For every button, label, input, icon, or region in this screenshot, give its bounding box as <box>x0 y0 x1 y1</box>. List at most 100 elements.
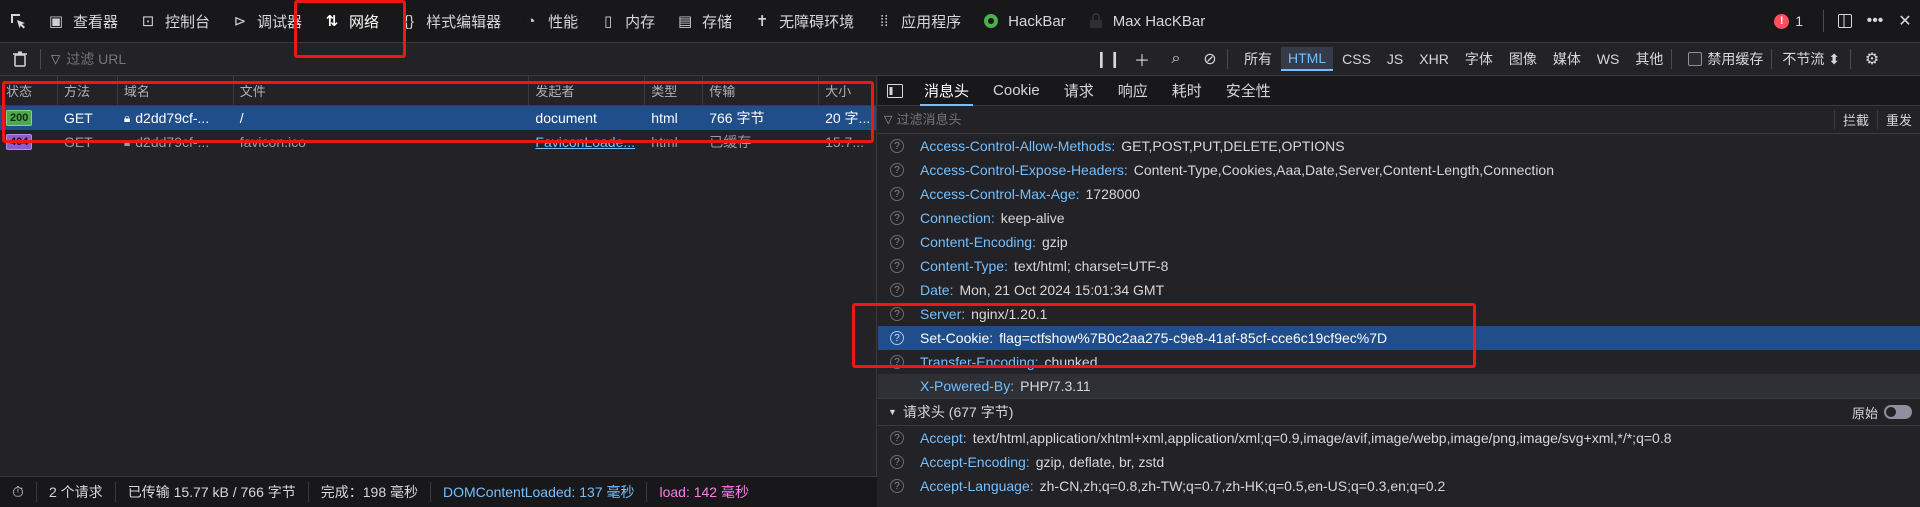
header-line[interactable]: ? Content-Type: text/html; charset=UTF-8 <box>878 254 1920 278</box>
header-line[interactable]: ? Accept: text/html,application/xhtml+xml,… <box>878 426 1920 450</box>
type-all[interactable]: 所有 <box>1237 46 1279 72</box>
tab-response[interactable]: 响应 <box>1106 76 1160 106</box>
help-icon[interactable]: ? <box>890 187 904 201</box>
header-line[interactable]: ? Access-Control-Allow-Methods: GET,POST,P… <box>878 134 1920 158</box>
type-ws[interactable]: WS <box>1590 48 1627 70</box>
stopwatch-icon[interactable]: ⏱ <box>0 484 36 501</box>
help-icon[interactable]: ? <box>890 431 904 445</box>
network-icon: ⇅ <box>325 13 339 30</box>
block-button[interactable]: 拦截 <box>1833 110 1877 129</box>
type-other[interactable]: 其他 <box>1628 46 1670 72</box>
header-line[interactable]: ? Access-Control-Expose-Headers: Content-T… <box>878 158 1920 182</box>
headers-filter: ▽ 拦截 重发 <box>878 106 1920 134</box>
resend-button[interactable]: 重发 <box>1876 110 1920 129</box>
table-row[interactable]: 404 GET 🔒︎ d2dd79cf-... favicon.ico Favic… <box>0 130 876 154</box>
tab-cookies[interactable]: Cookie <box>981 76 1052 106</box>
type-css[interactable]: CSS <box>1335 48 1378 70</box>
column-file[interactable]: 文件 <box>234 75 530 106</box>
table-row[interactable]: 200 GET 🔒︎ d2dd79cf-... / document html 7… <box>0 106 876 130</box>
column-initiator[interactable]: 发起者 <box>529 75 646 106</box>
type-js[interactable]: JS <box>1380 48 1410 70</box>
disable-cache-checkbox[interactable]: 禁用缓存 <box>1680 49 1771 69</box>
help-icon[interactable]: ? <box>890 211 904 225</box>
type-html[interactable]: HTML <box>1281 47 1334 71</box>
column-size[interactable]: 大小 <box>819 76 876 106</box>
block-icon[interactable]: ⊘ <box>1193 49 1227 69</box>
help-icon[interactable]: ? <box>890 307 904 321</box>
header-line[interactable]: ? Transfer-Encoding: chunked <box>878 350 1920 374</box>
details-tabs: 消息头 Cookie 请求 响应 耗时 安全性 <box>878 76 1920 106</box>
help-icon[interactable]: ? <box>890 163 904 177</box>
header-line[interactable]: ? Content-Encoding: gzip <box>878 230 1920 254</box>
dock-toggle-icon[interactable] <box>1830 6 1860 36</box>
tab-performance[interactable]: ◔ 性能 <box>511 0 588 43</box>
header-line[interactable]: ? Accept-Encoding: gzip, deflate, br, zstd <box>878 450 1920 474</box>
toggle-sidebar-icon[interactable] <box>878 83 912 98</box>
divider <box>1227 49 1228 69</box>
add-icon[interactable]: ＋ <box>1125 47 1159 71</box>
tab-security[interactable]: 安全性 <box>1214 76 1283 106</box>
filter-icon: ▽ <box>51 52 61 66</box>
help-icon[interactable]: ? <box>890 479 904 493</box>
help-icon[interactable]: ? <box>890 355 904 369</box>
lock-icon: 🔒︎ <box>123 110 131 125</box>
tab-hackbar[interactable]: HackBar <box>971 0 1076 43</box>
close-icon[interactable]: ✕ <box>1890 6 1920 36</box>
column-transferred[interactable]: 传输 <box>703 75 820 106</box>
initiator-link[interactable]: FaviconLoade... <box>535 134 635 150</box>
column-type[interactable]: 类型 <box>645 75 704 106</box>
tab-timings[interactable]: 耗时 <box>1160 76 1214 106</box>
header-line[interactable]: ?X-Powered-By:PHP/7.3.11 <box>878 374 1920 398</box>
tab-network[interactable]: ⇅ 网络 <box>312 0 389 43</box>
tab-request[interactable]: 请求 <box>1052 76 1106 106</box>
type-media[interactable]: 媒体 <box>1546 46 1588 72</box>
tab-storage[interactable]: ▤ 存储 <box>665 0 742 43</box>
help-icon[interactable]: ? <box>890 235 904 249</box>
trash-icon[interactable] <box>0 51 40 67</box>
load-time: load: 142 毫秒 <box>646 482 761 502</box>
method-cell: GET <box>63 134 93 150</box>
help-icon[interactable]: ? <box>890 331 904 345</box>
tab-debugger[interactable]: ⊳ 调试器 <box>220 0 312 43</box>
tab-inspector[interactable]: ▣ 查看器 <box>36 0 128 43</box>
throttle-select[interactable]: 不节流 ⬍ <box>1772 49 1850 69</box>
tab-application[interactable]: ⁞⁞ 应用程序 <box>864 0 971 43</box>
error-counter[interactable]: ! 1 <box>1774 13 1803 29</box>
more-options-icon[interactable]: ••• <box>1860 6 1890 36</box>
header-line[interactable]: ? Accept-Language: zh-CN,zh;q=0.8,zh-TW;q=… <box>878 474 1920 498</box>
header-line[interactable]: ? Connection: keep-alive <box>878 206 1920 230</box>
raw-toggle[interactable]: 原始 <box>1852 403 1920 422</box>
header-line-set-cookie[interactable]: ? Set-Cookie: flag=ctfshow%7B0c2aa275-c9e8… <box>878 326 1920 350</box>
initiator-cell: FaviconLoade... <box>529 130 645 154</box>
tab-style-editor[interactable]: {} 样式编辑器 <box>389 0 511 43</box>
help-icon[interactable]: ? <box>890 283 904 297</box>
filter-right: 禁用缓存 不节流 ⬍ ⚙ <box>1680 43 1887 76</box>
tab-headers[interactable]: 消息头 <box>912 76 981 106</box>
gear-icon[interactable]: ⚙ <box>1857 44 1887 74</box>
headers-filter-input[interactable] <box>896 112 1497 127</box>
header-line[interactable]: ? Access-Control-Max-Age: 1728000 <box>878 182 1920 206</box>
filter-url-input[interactable] <box>66 51 367 67</box>
column-status[interactable]: 状态 <box>0 75 58 106</box>
header-line[interactable]: ? Server: nginx/1.20.1 <box>878 302 1920 326</box>
tab-console[interactable]: ⊡ 控制台 <box>128 0 220 43</box>
type-image[interactable]: 图像 <box>1502 46 1544 72</box>
type-font[interactable]: 字体 <box>1458 46 1500 72</box>
search-icon[interactable]: ⌕ <box>1159 50 1193 68</box>
transferred-cell: 766 字节 <box>709 110 765 126</box>
pause-icon[interactable]: ❙❙ <box>1091 49 1125 69</box>
column-domain[interactable]: 域名 <box>118 75 234 106</box>
tab-memory[interactable]: ▯ 内存 <box>588 0 665 43</box>
help-icon[interactable]: ? <box>890 455 904 469</box>
tab-accessibility[interactable]: ✝ 无障碍环境 <box>742 0 864 43</box>
request-details: 消息头 Cookie 请求 响应 耗时 安全性 ▽ 拦截 重发 ?Access-… <box>878 76 1920 507</box>
help-icon[interactable]: ? <box>890 139 904 153</box>
element-picker-icon[interactable] <box>0 0 36 43</box>
tab-max-hackbar[interactable]: Max HacKBar <box>1076 0 1216 43</box>
column-method[interactable]: 方法 <box>58 75 118 106</box>
help-icon[interactable]: ? <box>890 259 904 273</box>
header-line[interactable]: ? Date: Mon, 21 Oct 2024 15:01:34 GMT <box>878 278 1920 302</box>
toggle-switch[interactable] <box>1884 405 1912 419</box>
type-xhr[interactable]: XHR <box>1412 48 1456 70</box>
request-headers-section[interactable]: ▼ 请求头 (677 字节) 原始 <box>878 398 1920 426</box>
